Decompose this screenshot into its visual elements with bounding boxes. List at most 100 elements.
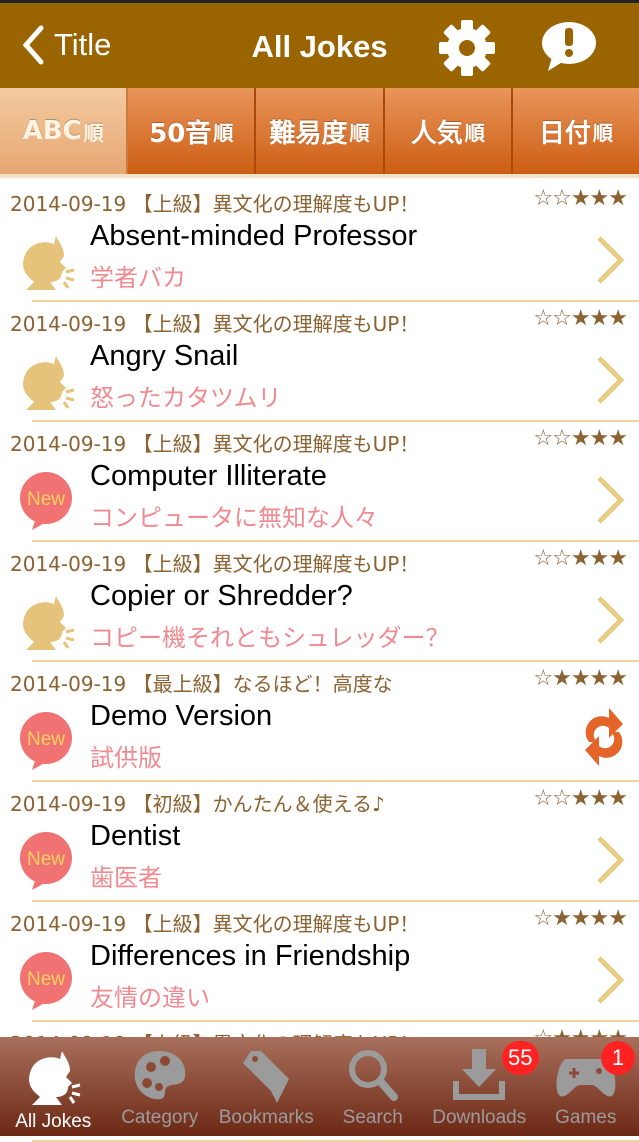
difficulty-stars: ☆☆★★★ bbox=[533, 306, 627, 331]
joke-icon bbox=[18, 592, 76, 656]
joke-date: 2014-09-19 bbox=[10, 192, 126, 216]
new-bubble-icon: New bbox=[18, 472, 76, 530]
difficulty-stars: ☆☆★★★ bbox=[533, 786, 627, 811]
new-bubble-icon: New bbox=[18, 832, 76, 890]
sort-tab-abc[interactable]: ABC順 bbox=[0, 88, 128, 174]
bookmark-tag-icon bbox=[213, 1047, 320, 1103]
chevron-right-icon[interactable] bbox=[595, 594, 625, 646]
difficulty-stars: ☆☆★★★ bbox=[533, 426, 627, 451]
laughing-head-icon bbox=[24, 1047, 82, 1107]
joke-level: 【初級】かんたん＆使える♪ bbox=[133, 792, 385, 816]
joke-subtitle: 歯医者 bbox=[90, 858, 162, 893]
joke-level: 【上級】異文化の理解度もUP！ bbox=[133, 312, 420, 336]
joke-meta: 2014-09-19 【最上級】なるほど！高度な bbox=[10, 668, 393, 697]
sort-tab-label: 日付 bbox=[539, 113, 591, 150]
joke-meta: 2014-09-19 【上級】異文化の理解度もUP！ bbox=[10, 548, 419, 577]
sort-tab-difficulty[interactable]: 難易度順 bbox=[256, 88, 384, 174]
tab-category[interactable]: Category bbox=[107, 1037, 214, 1136]
joke-subtitle: 学者バカ bbox=[90, 258, 186, 293]
joke-row[interactable]: 2014-09-19 【上級】異文化の理解度もUP！ ☆☆★★★ Compute… bbox=[0, 422, 639, 542]
refresh-icon[interactable] bbox=[579, 702, 629, 772]
svg-text:New: New bbox=[27, 969, 65, 990]
sort-tab-label: ABC bbox=[23, 116, 82, 146]
svg-text:New: New bbox=[27, 489, 65, 510]
joke-title: Dentist bbox=[90, 820, 180, 853]
tab-search[interactable]: Search bbox=[320, 1037, 427, 1136]
sort-tab-label: 難易度 bbox=[270, 113, 348, 150]
joke-icon: New bbox=[18, 472, 76, 534]
joke-list[interactable]: 2014-09-19 【上級】異文化の理解度もUP！ ☆☆★★★ Absent-… bbox=[0, 182, 639, 1142]
joke-level: 【最上級】なるほど！高度な bbox=[133, 672, 393, 696]
tab-games[interactable]: Games 1 bbox=[533, 1037, 639, 1136]
gear-icon[interactable] bbox=[438, 19, 496, 77]
joke-level: 【上級】異文化の理解度もUP！ bbox=[133, 552, 420, 576]
sort-tab-suffix: 順 bbox=[350, 117, 370, 146]
tab-label: All Jokes bbox=[15, 1111, 91, 1132]
joke-meta: 2014-09-19 【初級】かんたん＆使える♪ bbox=[10, 788, 385, 817]
sort-tab-suffix: 順 bbox=[593, 117, 613, 146]
tab-label: Downloads bbox=[432, 1107, 526, 1128]
sort-tab-label: 50音 bbox=[149, 113, 211, 150]
joke-level: 【上級】異文化の理解度もUP！ bbox=[133, 192, 420, 216]
joke-subtitle: 怒ったカタツムリ bbox=[90, 378, 282, 413]
joke-date: 2014-09-19 bbox=[10, 912, 126, 936]
sort-tab-suffix: 順 bbox=[213, 117, 233, 146]
difficulty-stars: ☆☆★★★ bbox=[533, 546, 627, 571]
sort-tab-popularity[interactable]: 人気順 bbox=[385, 88, 513, 174]
joke-icon bbox=[18, 232, 76, 296]
tab-all-jokes[interactable]: All Jokes bbox=[0, 1037, 107, 1136]
joke-row[interactable]: 2014-09-19 【最上級】なるほど！高度な ☆★★★★ Demo Vers… bbox=[0, 662, 639, 782]
joke-title: Computer Illiterate bbox=[90, 460, 327, 493]
joke-icon bbox=[18, 352, 76, 416]
joke-icon: New bbox=[18, 712, 76, 774]
joke-row[interactable]: 2014-09-19 【上級】異文化の理解度もUP！ ☆★★★★ Differe… bbox=[0, 902, 639, 1022]
palette-icon bbox=[107, 1047, 214, 1103]
difficulty-stars: ☆☆★★★ bbox=[533, 186, 627, 211]
sort-tab-date[interactable]: 日付順 bbox=[513, 88, 639, 174]
chevron-right-icon[interactable] bbox=[595, 354, 625, 406]
svg-text:New: New bbox=[27, 729, 65, 750]
magnifier-icon bbox=[320, 1047, 427, 1103]
joke-subtitle: 試供版 bbox=[90, 738, 162, 773]
joke-title: Absent-minded Professor bbox=[90, 220, 417, 253]
joke-title: Angry Snail bbox=[90, 340, 238, 373]
new-bubble-icon: New bbox=[18, 712, 76, 770]
joke-level: 【上級】異文化の理解度もUP！ bbox=[133, 432, 420, 456]
laughing-head-icon bbox=[18, 352, 76, 412]
chevron-right-icon[interactable] bbox=[595, 234, 625, 286]
joke-title: Demo Version bbox=[90, 700, 272, 733]
tab-label: Bookmarks bbox=[219, 1107, 314, 1128]
joke-title: Differences in Friendship bbox=[90, 940, 410, 973]
joke-level: 【上級】異文化の理解度もUP！ bbox=[133, 912, 420, 936]
sort-tab-suffix: 順 bbox=[465, 117, 485, 146]
chevron-right-icon[interactable] bbox=[595, 954, 625, 1006]
tab-bookmarks[interactable]: Bookmarks bbox=[213, 1037, 320, 1136]
laughing-head-icon bbox=[0, 1047, 107, 1107]
joke-date: 2014-09-19 bbox=[10, 552, 126, 576]
new-bubble-icon: New bbox=[18, 952, 76, 1010]
tab-label: Search bbox=[343, 1107, 403, 1128]
sort-tab-label: 人気 bbox=[411, 113, 463, 150]
joke-meta: 2014-09-19 【上級】異文化の理解度もUP！ bbox=[10, 428, 419, 457]
joke-date: 2014-09-19 bbox=[10, 792, 126, 816]
joke-row[interactable]: 2014-09-19 【上級】異文化の理解度もUP！ ☆☆★★★ Copier … bbox=[0, 542, 639, 662]
sort-tab-suffix: 順 bbox=[84, 117, 104, 146]
joke-icon: New bbox=[18, 832, 76, 894]
chevron-right-icon[interactable] bbox=[595, 834, 625, 886]
chevron-right-icon[interactable] bbox=[595, 474, 625, 526]
tab-label: Games bbox=[555, 1107, 616, 1128]
joke-icon: New bbox=[18, 952, 76, 1014]
joke-row[interactable]: 2014-09-19 【初級】かんたん＆使える♪ ☆☆★★★ Dentist 歯… bbox=[0, 782, 639, 902]
joke-row[interactable]: 2014-09-19 【上級】異文化の理解度もUP！ ☆☆★★★ Angry S… bbox=[0, 302, 639, 422]
joke-title: Copier or Shredder? bbox=[90, 580, 353, 613]
notification-badge: 1 bbox=[601, 1041, 635, 1075]
joke-date: 2014-09-19 bbox=[10, 672, 126, 696]
joke-date: 2014-09-19 bbox=[10, 432, 126, 456]
tab-downloads[interactable]: Downloads55 bbox=[426, 1037, 533, 1136]
joke-meta: 2014-09-19 【上級】異文化の理解度もUP！ bbox=[10, 308, 419, 337]
joke-subtitle: コピー機それともシュレッダー？ bbox=[90, 618, 450, 653]
difficulty-stars: ☆★★★★ bbox=[533, 666, 627, 691]
exclamation-bubble-icon[interactable] bbox=[540, 21, 598, 73]
joke-row[interactable]: 2014-09-19 【上級】異文化の理解度もUP！ ☆☆★★★ Absent-… bbox=[0, 182, 639, 302]
sort-tab-50on[interactable]: 50音順 bbox=[128, 88, 256, 174]
